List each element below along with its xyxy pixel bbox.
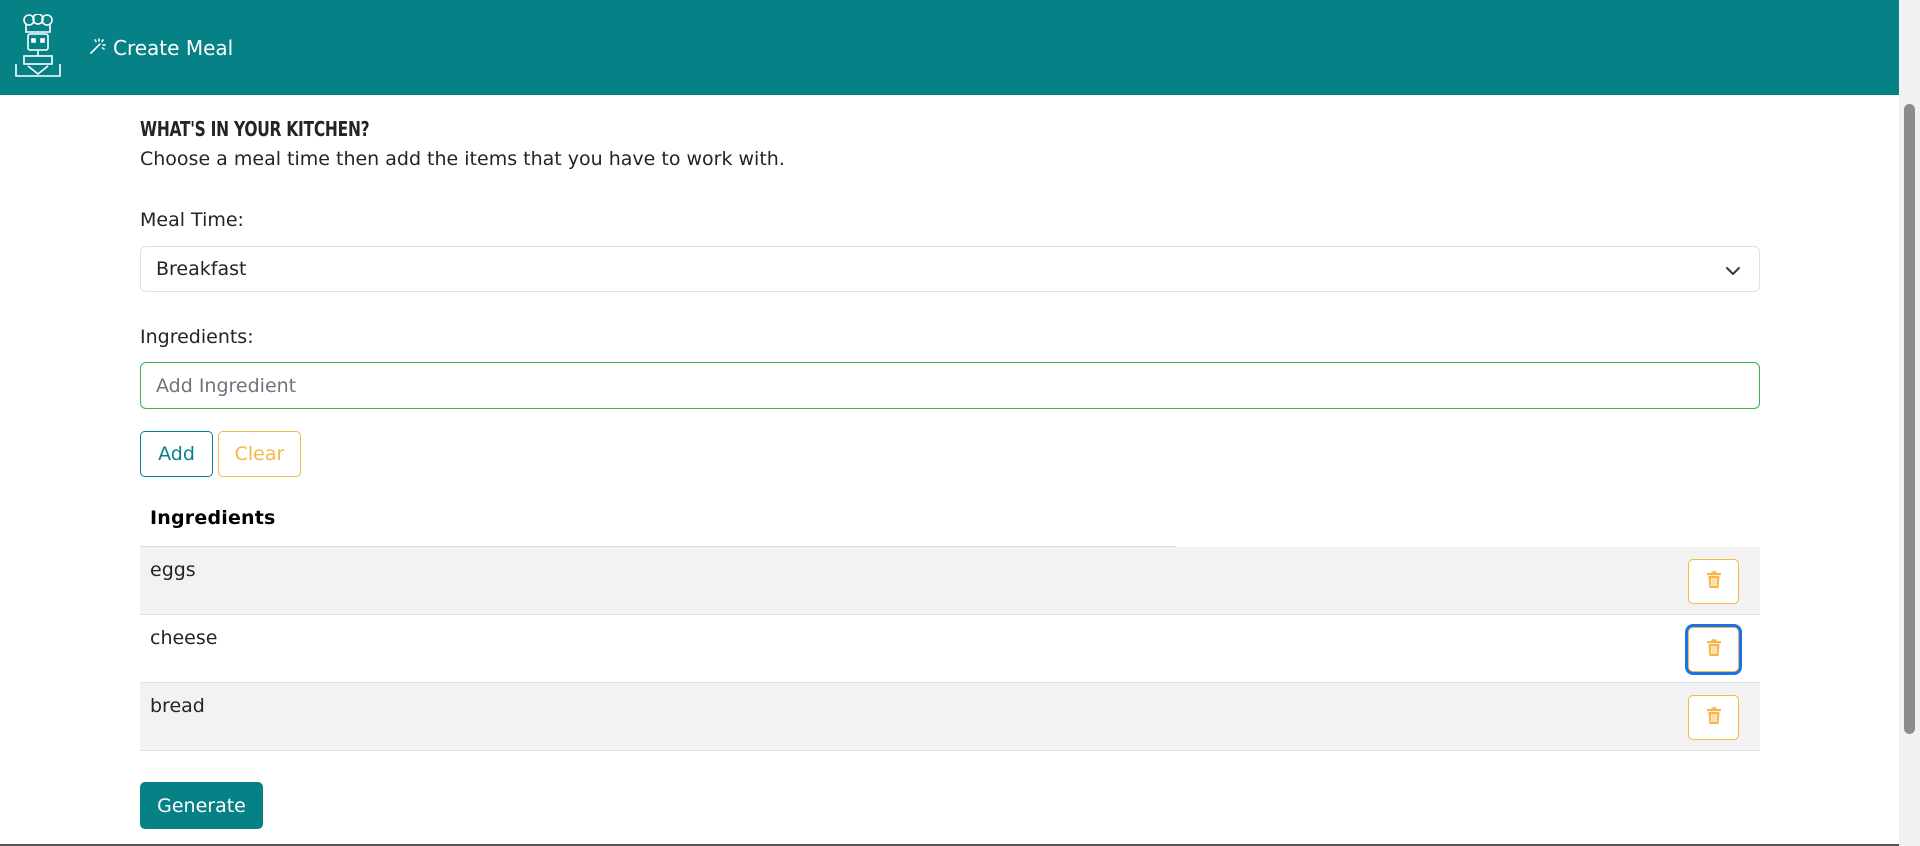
create-meal-link[interactable]: Create Meal [89, 33, 233, 63]
table-row: bread [140, 683, 1760, 751]
meal-time-select[interactable]: Breakfast [140, 246, 1760, 292]
meal-time-label: Meal Time: [140, 209, 244, 231]
chef-robot-logo[interactable] [14, 13, 62, 78]
table-row: eggs [140, 547, 1760, 615]
kitchen-subheading: Choose a meal time then add the items th… [140, 148, 785, 170]
trash-icon [1706, 706, 1722, 729]
magic-wand-icon [89, 36, 113, 60]
chevron-down-icon [1725, 262, 1741, 284]
delete-ingredient-button[interactable] [1688, 627, 1739, 672]
generate-button[interactable]: Generate [140, 782, 263, 829]
ingredient-name: eggs [150, 559, 196, 581]
ingredient-name: cheese [150, 627, 218, 649]
kitchen-heading: What's in your kitchen? [140, 117, 370, 141]
add-button[interactable]: Add [140, 431, 213, 477]
table-row: cheese [140, 615, 1760, 683]
top-navbar: Create Meal [0, 0, 1899, 95]
ingredient-input-placeholder: Add Ingredient [156, 374, 297, 397]
trash-icon [1706, 638, 1722, 661]
create-meal-label: Create Meal [113, 36, 234, 60]
clear-button[interactable]: Clear [218, 431, 301, 477]
delete-ingredient-button[interactable] [1688, 559, 1739, 604]
delete-ingredient-button[interactable] [1688, 695, 1739, 740]
ingredients-label: Ingredients: [140, 326, 254, 348]
trash-icon [1706, 570, 1722, 593]
ingredient-name: bread [150, 695, 205, 717]
meal-time-selected: Breakfast [156, 258, 247, 280]
ingredients-table-header: Ingredients [150, 507, 276, 529]
ingredient-input[interactable]: Add Ingredient [140, 362, 1760, 409]
scrollbar-thumb[interactable] [1904, 104, 1915, 734]
